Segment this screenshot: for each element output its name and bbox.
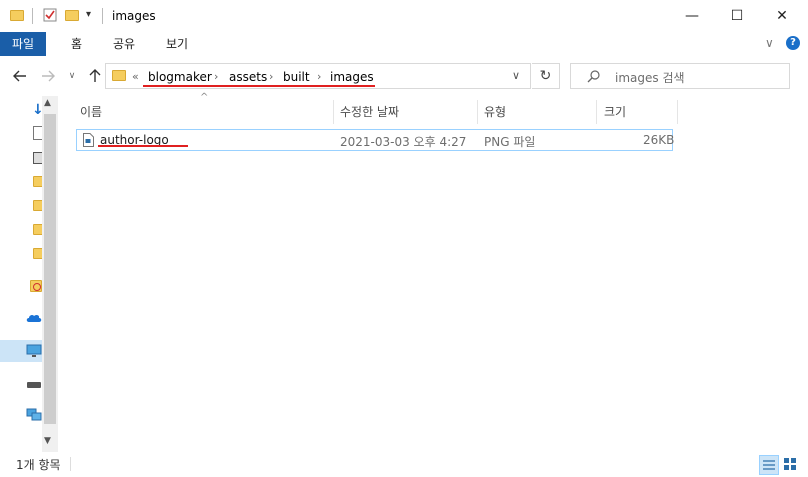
search-placeholder[interactable]: images 검색 [615,69,685,86]
scrollbar-thumb[interactable] [44,114,56,424]
status-bar: 1개 항목 [0,452,808,477]
drive-icon[interactable] [27,382,41,388]
up-button[interactable] [85,66,105,86]
ribbon-expand-icon[interactable]: ∨ [765,36,774,50]
column-divider[interactable] [596,100,597,124]
blocked-folder-icon[interactable] [30,280,42,292]
forward-button[interactable] [38,66,58,86]
nav-pane-scrollbar[interactable]: ▲ ▼ [42,96,58,452]
onedrive-icon[interactable] [26,312,42,326]
help-icon[interactable]: ? [786,36,800,50]
file-type: PNG 파일 [484,135,536,149]
details-view-button[interactable] [759,455,779,475]
png-file-icon [83,133,94,150]
folder-icon [112,70,126,81]
address-dropdown-icon[interactable]: ∨ [512,69,520,82]
annotation-underline [98,145,188,147]
tab-view[interactable]: 보기 [155,32,199,56]
breadcrumb-built[interactable]: built [283,70,310,84]
column-header-name[interactable]: 이름 [80,100,102,124]
scroll-up-icon[interactable]: ▲ [44,98,51,108]
this-pc-icon[interactable] [26,344,42,361]
title-divider [102,8,103,24]
status-divider [70,457,71,471]
network-icon[interactable] [26,408,42,425]
column-divider[interactable] [677,100,678,124]
file-modified: 2021-03-03 오후 4:27 [340,135,467,149]
refresh-button[interactable]: ↻ [532,63,560,89]
window-title: images [112,9,156,23]
properties-icon[interactable] [43,8,57,22]
annotation-underline [143,85,375,87]
breadcrumb-blogmaker[interactable]: blogmaker [148,70,212,84]
large-icons-view-button[interactable] [781,455,801,475]
minimize-button[interactable]: — [669,0,715,32]
chevron-right-icon[interactable]: › [214,70,218,83]
maximize-button[interactable]: ☐ [714,0,760,32]
item-count: 1개 항목 [16,458,61,472]
back-button[interactable] [10,66,30,86]
tab-home[interactable]: 홈 [60,32,93,56]
folder-icon [10,8,24,22]
breadcrumb-assets[interactable]: assets [229,70,267,84]
column-header-modified[interactable]: 수정한 날짜 [340,100,399,124]
column-header-type[interactable]: 유형 [484,100,506,124]
overflow-crumb[interactable]: « [132,70,139,83]
breadcrumb-images[interactable]: images [330,70,374,84]
address-bar[interactable]: « blogmaker › assets › built › images ∨ [105,63,531,89]
close-button[interactable]: ✕ [759,0,805,32]
navigation-bar: ∨ « blogmaker › assets › built › images … [0,56,808,96]
tab-share[interactable]: 공유 [102,32,146,56]
quick-access-divider [32,8,33,24]
title-bar: ▾ images — ☐ ✕ [0,0,808,32]
search-icon [587,70,600,86]
customize-toolbar-icon[interactable]: ▾ [86,9,91,20]
file-size: 26KB [643,133,675,147]
tab-file[interactable]: 파일 [0,32,46,56]
ribbon: 파일 홈 공유 보기 ∨ ? [0,32,808,56]
chevron-right-icon[interactable]: › [317,70,321,83]
column-divider[interactable] [477,100,478,124]
recent-locations-icon[interactable]: ∨ [62,66,82,86]
search-box[interactable]: images 검색 [570,63,790,89]
new-folder-icon[interactable] [65,8,79,22]
sort-ascending-icon: ^ [200,92,209,103]
scroll-down-icon[interactable]: ▼ [44,436,51,446]
column-header-size[interactable]: 크기 [604,100,626,124]
file-row[interactable]: author-logo 2021-03-03 오후 4:27 PNG 파일 26… [76,129,675,151]
column-divider[interactable] [333,100,334,124]
chevron-right-icon[interactable]: › [269,70,273,83]
